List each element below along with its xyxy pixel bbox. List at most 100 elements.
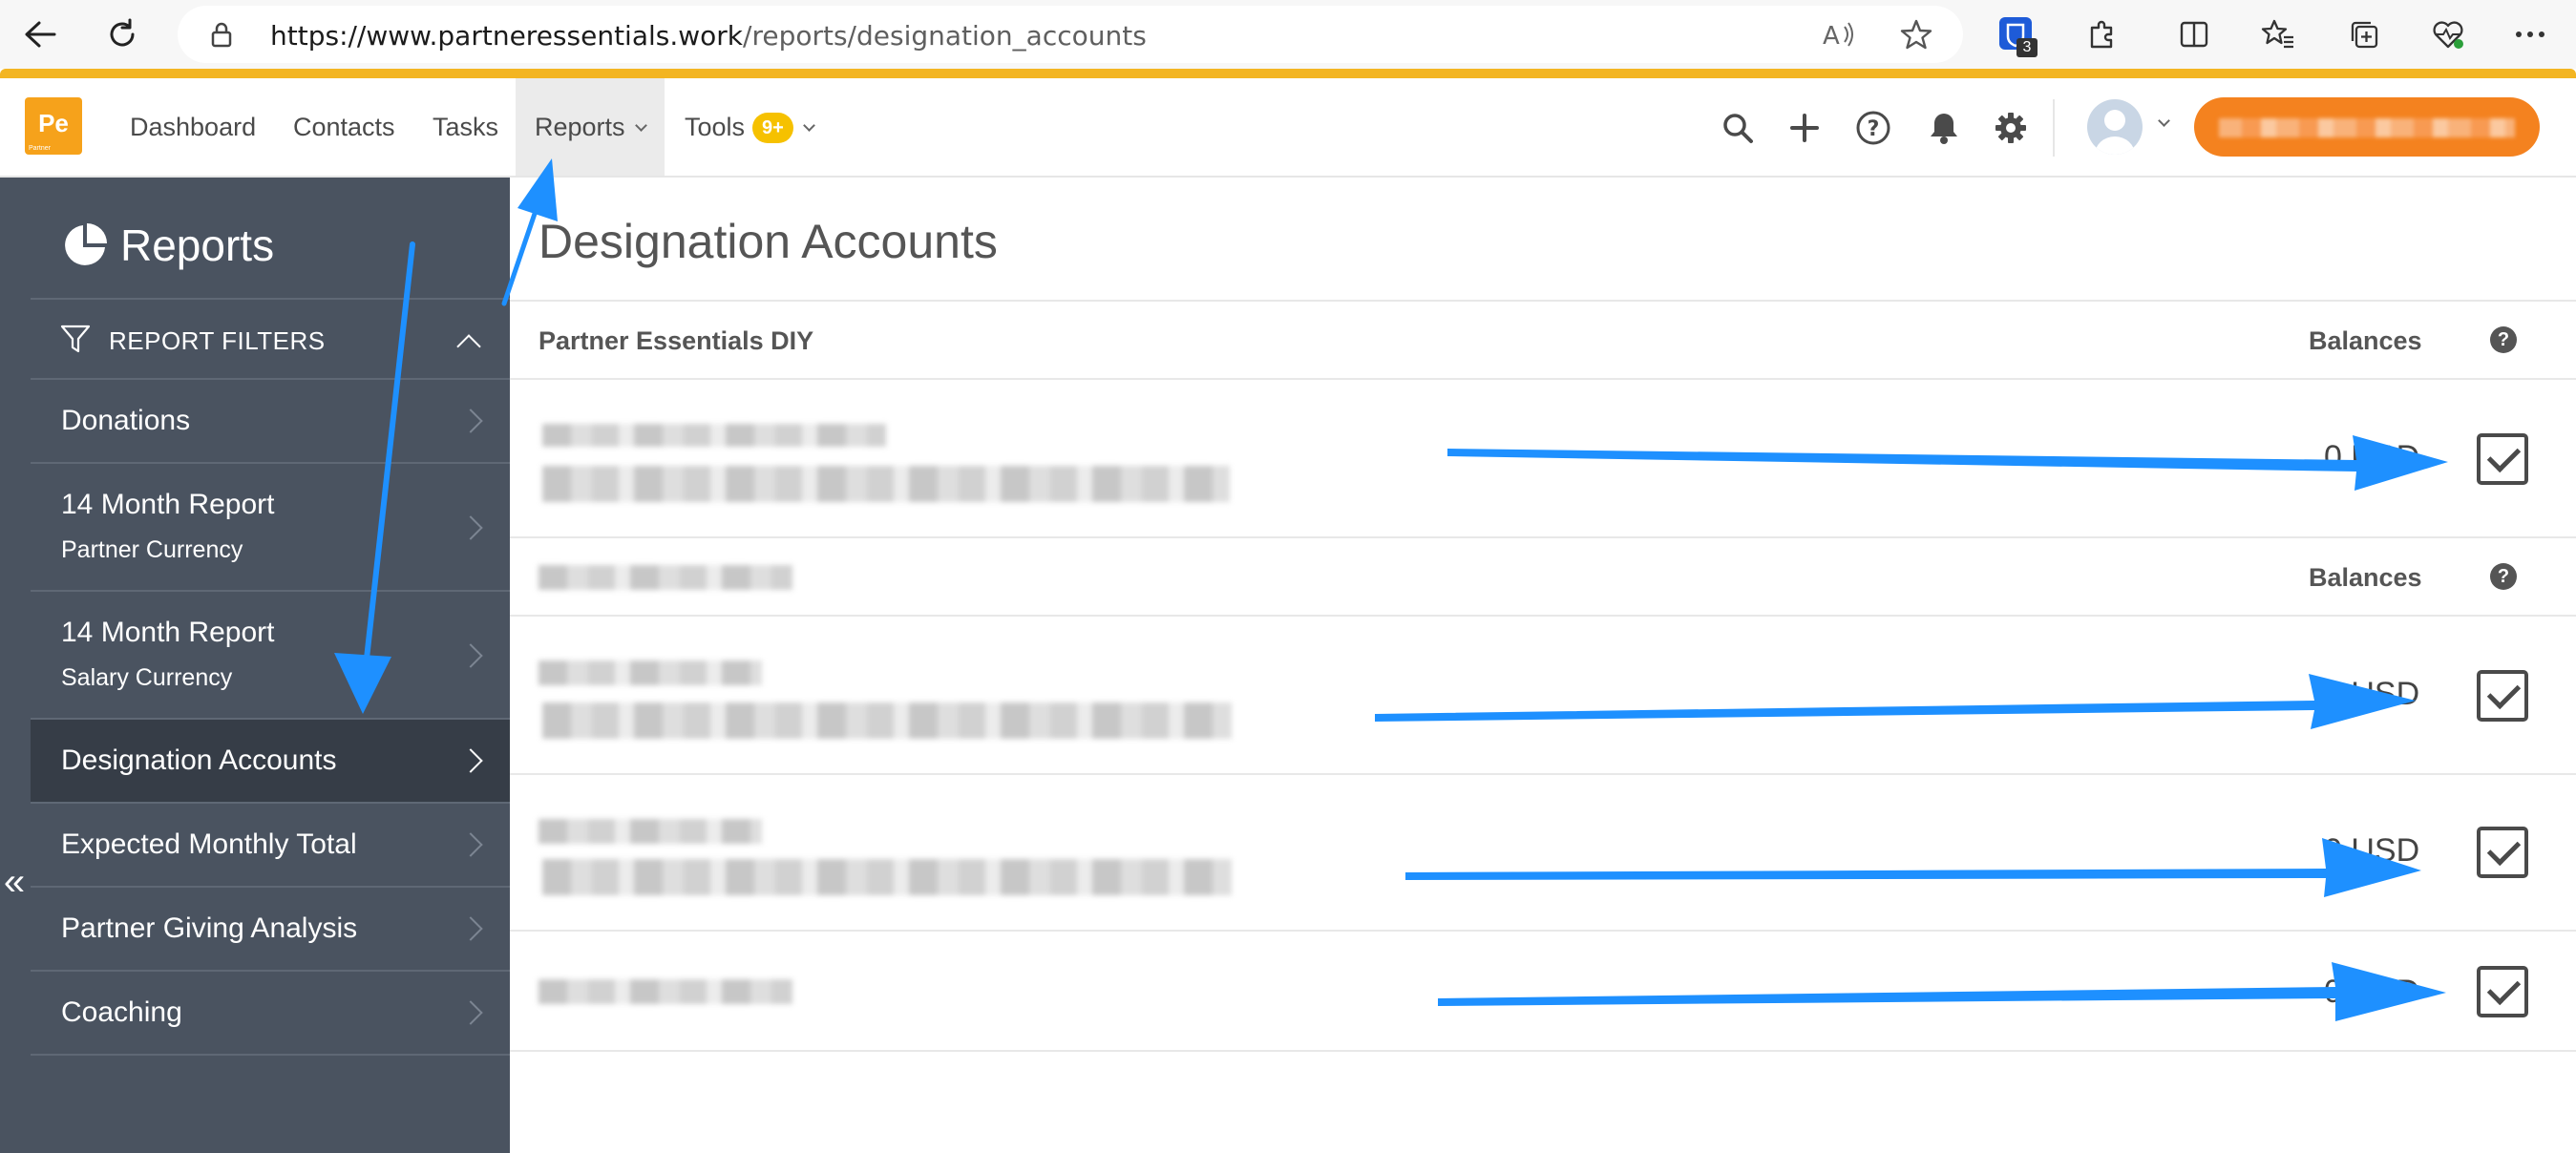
sidebar-item-coaching[interactable]: Coaching xyxy=(31,972,510,1056)
notifications-bell-icon[interactable] xyxy=(1925,109,1963,147)
sidebar-item-14-month-partner[interactable]: 14 Month Report Partner Currency xyxy=(31,464,510,592)
chevron-right-icon xyxy=(458,409,483,433)
sidebar-item-label: Expected Monthly Total xyxy=(61,828,357,860)
sidebar-item-label: Partner Giving Analysis xyxy=(61,912,358,944)
account-balance: 0 USD xyxy=(2324,974,2420,1010)
refresh-icon[interactable] xyxy=(101,13,143,55)
divider xyxy=(510,378,2576,380)
nav-divider xyxy=(2053,99,2055,157)
settings-gear-icon[interactable] xyxy=(1992,109,2030,147)
sidebar-collapse-strip[interactable]: « xyxy=(0,178,31,1153)
url-path: /reports/designation_accounts xyxy=(743,20,1147,52)
reports-sidebar: Reports REPORT FILTERS Donations 14 Mont… xyxy=(31,178,510,1153)
user-account-button[interactable] xyxy=(2194,97,2540,157)
sidebar-item-donations[interactable]: Donations xyxy=(31,380,510,464)
account-checkbox[interactable] xyxy=(2477,827,2528,878)
read-aloud-icon[interactable]: A xyxy=(1822,19,1854,54)
sidebar-item-sublabel: Partner Currency xyxy=(61,536,243,563)
sidebar-item-designation-accounts[interactable]: Designation Accounts xyxy=(31,720,510,804)
account-checkbox[interactable] xyxy=(2477,670,2528,722)
divider xyxy=(510,773,2576,775)
chevron-down-icon xyxy=(802,119,815,132)
chevron-right-icon xyxy=(458,643,483,668)
sidebar-item-label: Coaching xyxy=(61,996,182,1028)
account-checkbox[interactable] xyxy=(2477,433,2528,485)
redacted-account-name xyxy=(538,819,762,844)
extension-count-badge: 3 xyxy=(2016,38,2038,57)
balances-column-header: Balances xyxy=(2309,326,2422,355)
address-bar[interactable]: https://www.partneressentials.work/repor… xyxy=(178,6,1963,63)
redacted-account-details xyxy=(542,466,1230,502)
annotation-arrow-to-checkbox xyxy=(1438,962,2446,1021)
chevron-right-icon xyxy=(458,916,483,941)
collections-icon[interactable] xyxy=(2343,13,2385,55)
page-title: Designation Accounts xyxy=(538,215,998,268)
balances-column-header: Balances xyxy=(2309,563,2422,592)
nav-tasks[interactable]: Tasks xyxy=(433,78,498,176)
report-filters-toggle[interactable]: REPORT FILTERS xyxy=(31,298,510,380)
annotation-arrow-to-checkbox xyxy=(1375,674,2416,729)
logo-text: Pe xyxy=(38,109,69,137)
nav-dashboard[interactable]: Dashboard xyxy=(130,78,256,176)
add-icon[interactable] xyxy=(1785,109,1824,147)
account-checkbox[interactable] xyxy=(2477,966,2528,1017)
chevron-right-icon xyxy=(458,1000,483,1025)
chevron-right-icon xyxy=(458,832,483,857)
favorites-icon[interactable] xyxy=(2257,13,2299,55)
divider xyxy=(510,615,2576,617)
nav-reports-label: Reports xyxy=(535,113,625,141)
sidebar-item-label: 14 Month Report xyxy=(61,617,275,648)
sidebar-item-expected-monthly-total[interactable]: Expected Monthly Total xyxy=(31,804,510,888)
chevron-right-icon xyxy=(458,748,483,773)
url-host: https://www.partneressentials.work xyxy=(270,20,744,52)
redacted-section-heading xyxy=(538,565,792,590)
chevron-right-icon xyxy=(458,515,483,540)
redacted-account-name xyxy=(538,660,762,685)
health-icon[interactable] xyxy=(2427,13,2469,55)
chevron-up-icon xyxy=(456,334,481,359)
nav-reports[interactable]: Reports xyxy=(516,78,665,176)
app-logo[interactable]: Pe Partner xyxy=(25,97,82,155)
sidebar-item-14-month-salary[interactable]: 14 Month Report Salary Currency xyxy=(31,592,510,720)
sidebar-title-text: Reports xyxy=(120,220,275,270)
help-circle-icon[interactable]: ? xyxy=(2490,563,2517,590)
browser-toolbar: https://www.partneressentials.work/repor… xyxy=(0,0,2576,69)
sidebar-item-sublabel: Salary Currency xyxy=(61,664,233,691)
search-icon[interactable] xyxy=(1719,109,1757,147)
extension-bitwarden-icon[interactable]: 3 xyxy=(1999,17,2038,57)
sidebar-title: Reports xyxy=(61,220,274,271)
divider xyxy=(510,536,2576,538)
divider xyxy=(510,300,2576,302)
account-balance: 0 USD xyxy=(2324,439,2420,475)
back-icon[interactable] xyxy=(19,13,61,55)
split-screen-icon[interactable] xyxy=(2173,13,2215,55)
browser-accent-stripe xyxy=(0,69,2576,78)
sidebar-item-label: Donations xyxy=(61,405,191,436)
sidebar-item-label: 14 Month Report xyxy=(61,489,275,520)
chevron-down-icon[interactable] xyxy=(2158,115,2170,127)
divider xyxy=(510,930,2576,932)
redacted-account-details xyxy=(542,859,1232,895)
redacted-account-name xyxy=(538,979,792,1004)
url-text[interactable]: https://www.partneressentials.work/repor… xyxy=(270,20,1147,52)
lock-icon[interactable] xyxy=(210,21,233,52)
favorite-star-icon[interactable] xyxy=(1900,19,1932,54)
app-top-nav: Pe Partner Dashboard Contacts Tasks Repo… xyxy=(0,78,2576,178)
report-filters-label: REPORT FILTERS xyxy=(109,326,326,355)
account-balance: 0 USD xyxy=(2324,832,2420,869)
more-icon[interactable] xyxy=(2509,13,2551,55)
help-icon[interactable]: ? xyxy=(1854,109,1892,147)
nav-tools[interactable]: Tools 9+ xyxy=(685,78,815,176)
sidebar-item-partner-giving-analysis[interactable]: Partner Giving Analysis xyxy=(31,888,510,972)
chevron-down-icon xyxy=(634,119,647,132)
nav-contacts[interactable]: Contacts xyxy=(293,78,395,176)
avatar[interactable] xyxy=(2087,99,2143,155)
divider xyxy=(510,1050,2576,1052)
collapse-sidebar-icon[interactable]: « xyxy=(0,861,29,904)
filter-funnel-icon xyxy=(60,325,91,353)
account-balance: 0 USD xyxy=(2324,676,2420,712)
extensions-icon[interactable] xyxy=(2081,13,2123,55)
annotation-arrow-to-checkbox xyxy=(1405,838,2421,897)
help-circle-icon[interactable]: ? xyxy=(2490,326,2517,353)
svg-text:A: A xyxy=(1823,22,1840,50)
